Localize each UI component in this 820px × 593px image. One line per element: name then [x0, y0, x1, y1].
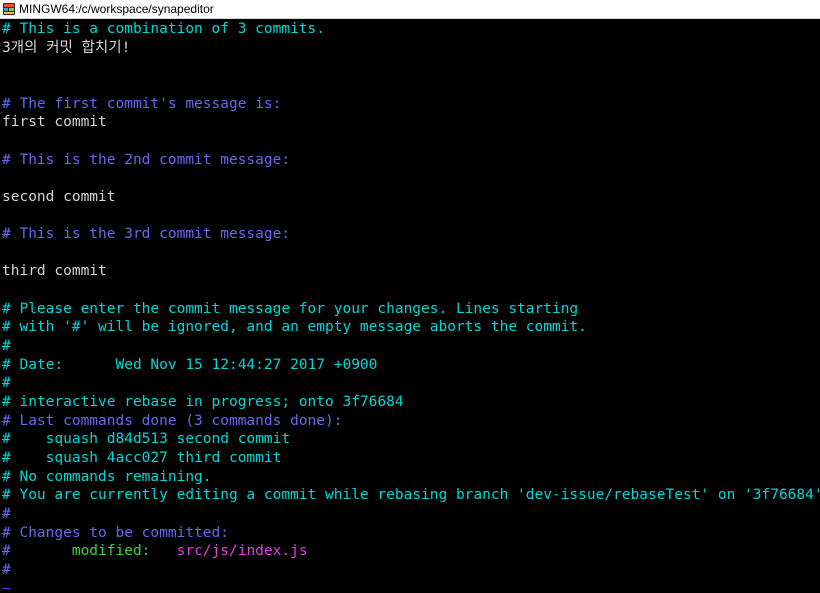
line-text: 3개의 커밋 합치기!: [2, 39, 131, 56]
line-text: # Please enter the commit message for yo…: [2, 300, 579, 317]
editor-line[interactable]: # squash d84d513 second commit: [2, 430, 290, 449]
editor-line[interactable]: #: [2, 337, 11, 356]
editor-line[interactable]: 3개의 커밋 합치기!: [2, 39, 130, 58]
line-text: ~: [2, 580, 11, 593]
editor-line[interactable]: # Date: Wed Nov 15 12:44:27 2017 +0900: [2, 356, 377, 375]
editor-line[interactable]: third commit: [2, 262, 107, 281]
line-text: # This is a combination of 3 commits.: [2, 21, 326, 37]
line-text: # The first commit's message is:: [2, 95, 282, 112]
line-text: # Changes to be committed:: [2, 524, 229, 541]
editor-line[interactable]: second commit: [2, 188, 116, 207]
vim-editor-buffer[interactable]: # This is a combination of 3 commits. 3개의…: [0, 19, 820, 593]
editor-line[interactable]: # No commands remaining.: [2, 468, 212, 487]
editor-line[interactable]: #: [2, 374, 11, 393]
line-text: # squash 4acc027 third commit: [2, 449, 282, 466]
editor-line[interactable]: # This is a combination of 3 commits.: [2, 20, 325, 39]
editor-line[interactable]: # This is the 3rd commit message:: [2, 225, 290, 244]
window-title: MINGW64:/c/workspace/synapeditor: [19, 2, 214, 16]
line-text: src/js/index.js: [176, 543, 308, 560]
editor-line[interactable]: # The first commit's message is:: [2, 95, 281, 114]
editor-line[interactable]: # squash 4acc027 third commit: [2, 449, 281, 468]
line-text: # Date: Wed Nov 15 12:44:27 2017 +0900: [2, 356, 378, 373]
editor-line[interactable]: #: [2, 505, 11, 524]
line-text: #: [2, 338, 11, 355]
line-text: second commit: [2, 188, 116, 205]
editor-line[interactable]: # Last commands done (3 commands done):: [2, 412, 342, 431]
line-text: #: [2, 543, 72, 560]
editor-line[interactable]: # Changes to be committed:: [2, 524, 229, 543]
editor-line[interactable]: # interactive rebase in progress; onto 3…: [2, 393, 404, 412]
editor-line[interactable]: # modified: src/js/index.js: [2, 542, 308, 561]
line-text: modified:: [71, 543, 177, 560]
line-text: #: [2, 505, 11, 522]
line-text: # interactive rebase in progress; onto 3…: [2, 394, 404, 410]
git-bash-icon: [3, 3, 15, 15]
line-text: #: [2, 375, 11, 392]
line-text: # with '#' will be ignored, and an empty…: [2, 319, 587, 336]
line-text: # No commands remaining.: [2, 468, 212, 485]
title-bar[interactable]: MINGW64:/c/workspace/synapeditor: [0, 0, 820, 19]
line-text: # You are currently editing a commit whi…: [2, 487, 820, 504]
editor-line[interactable]: # Please enter the commit message for yo…: [2, 300, 578, 319]
line-text: # Last commands done (3 commands done):: [2, 412, 343, 429]
line-text: # This is the 2nd commit message:: [2, 151, 291, 168]
line-text: # This is the 3rd commit message:: [2, 226, 291, 243]
editor-line[interactable]: # You are currently editing a commit whi…: [2, 486, 820, 505]
editor-line[interactable]: #: [2, 561, 11, 580]
empty-buffer-tilde[interactable]: ~: [2, 580, 11, 593]
line-text: # squash d84d513 second commit: [2, 431, 291, 448]
editor-line[interactable]: # This is the 2nd commit message:: [2, 151, 290, 170]
line-text: #: [2, 561, 11, 578]
terminal-window: MINGW64:/c/workspace/synapeditor # This …: [0, 0, 820, 593]
editor-line[interactable]: first commit: [2, 113, 107, 132]
line-text: third commit: [2, 263, 107, 280]
line-text: first commit: [2, 114, 107, 131]
editor-line[interactable]: # with '#' will be ignored, and an empty…: [2, 318, 587, 337]
